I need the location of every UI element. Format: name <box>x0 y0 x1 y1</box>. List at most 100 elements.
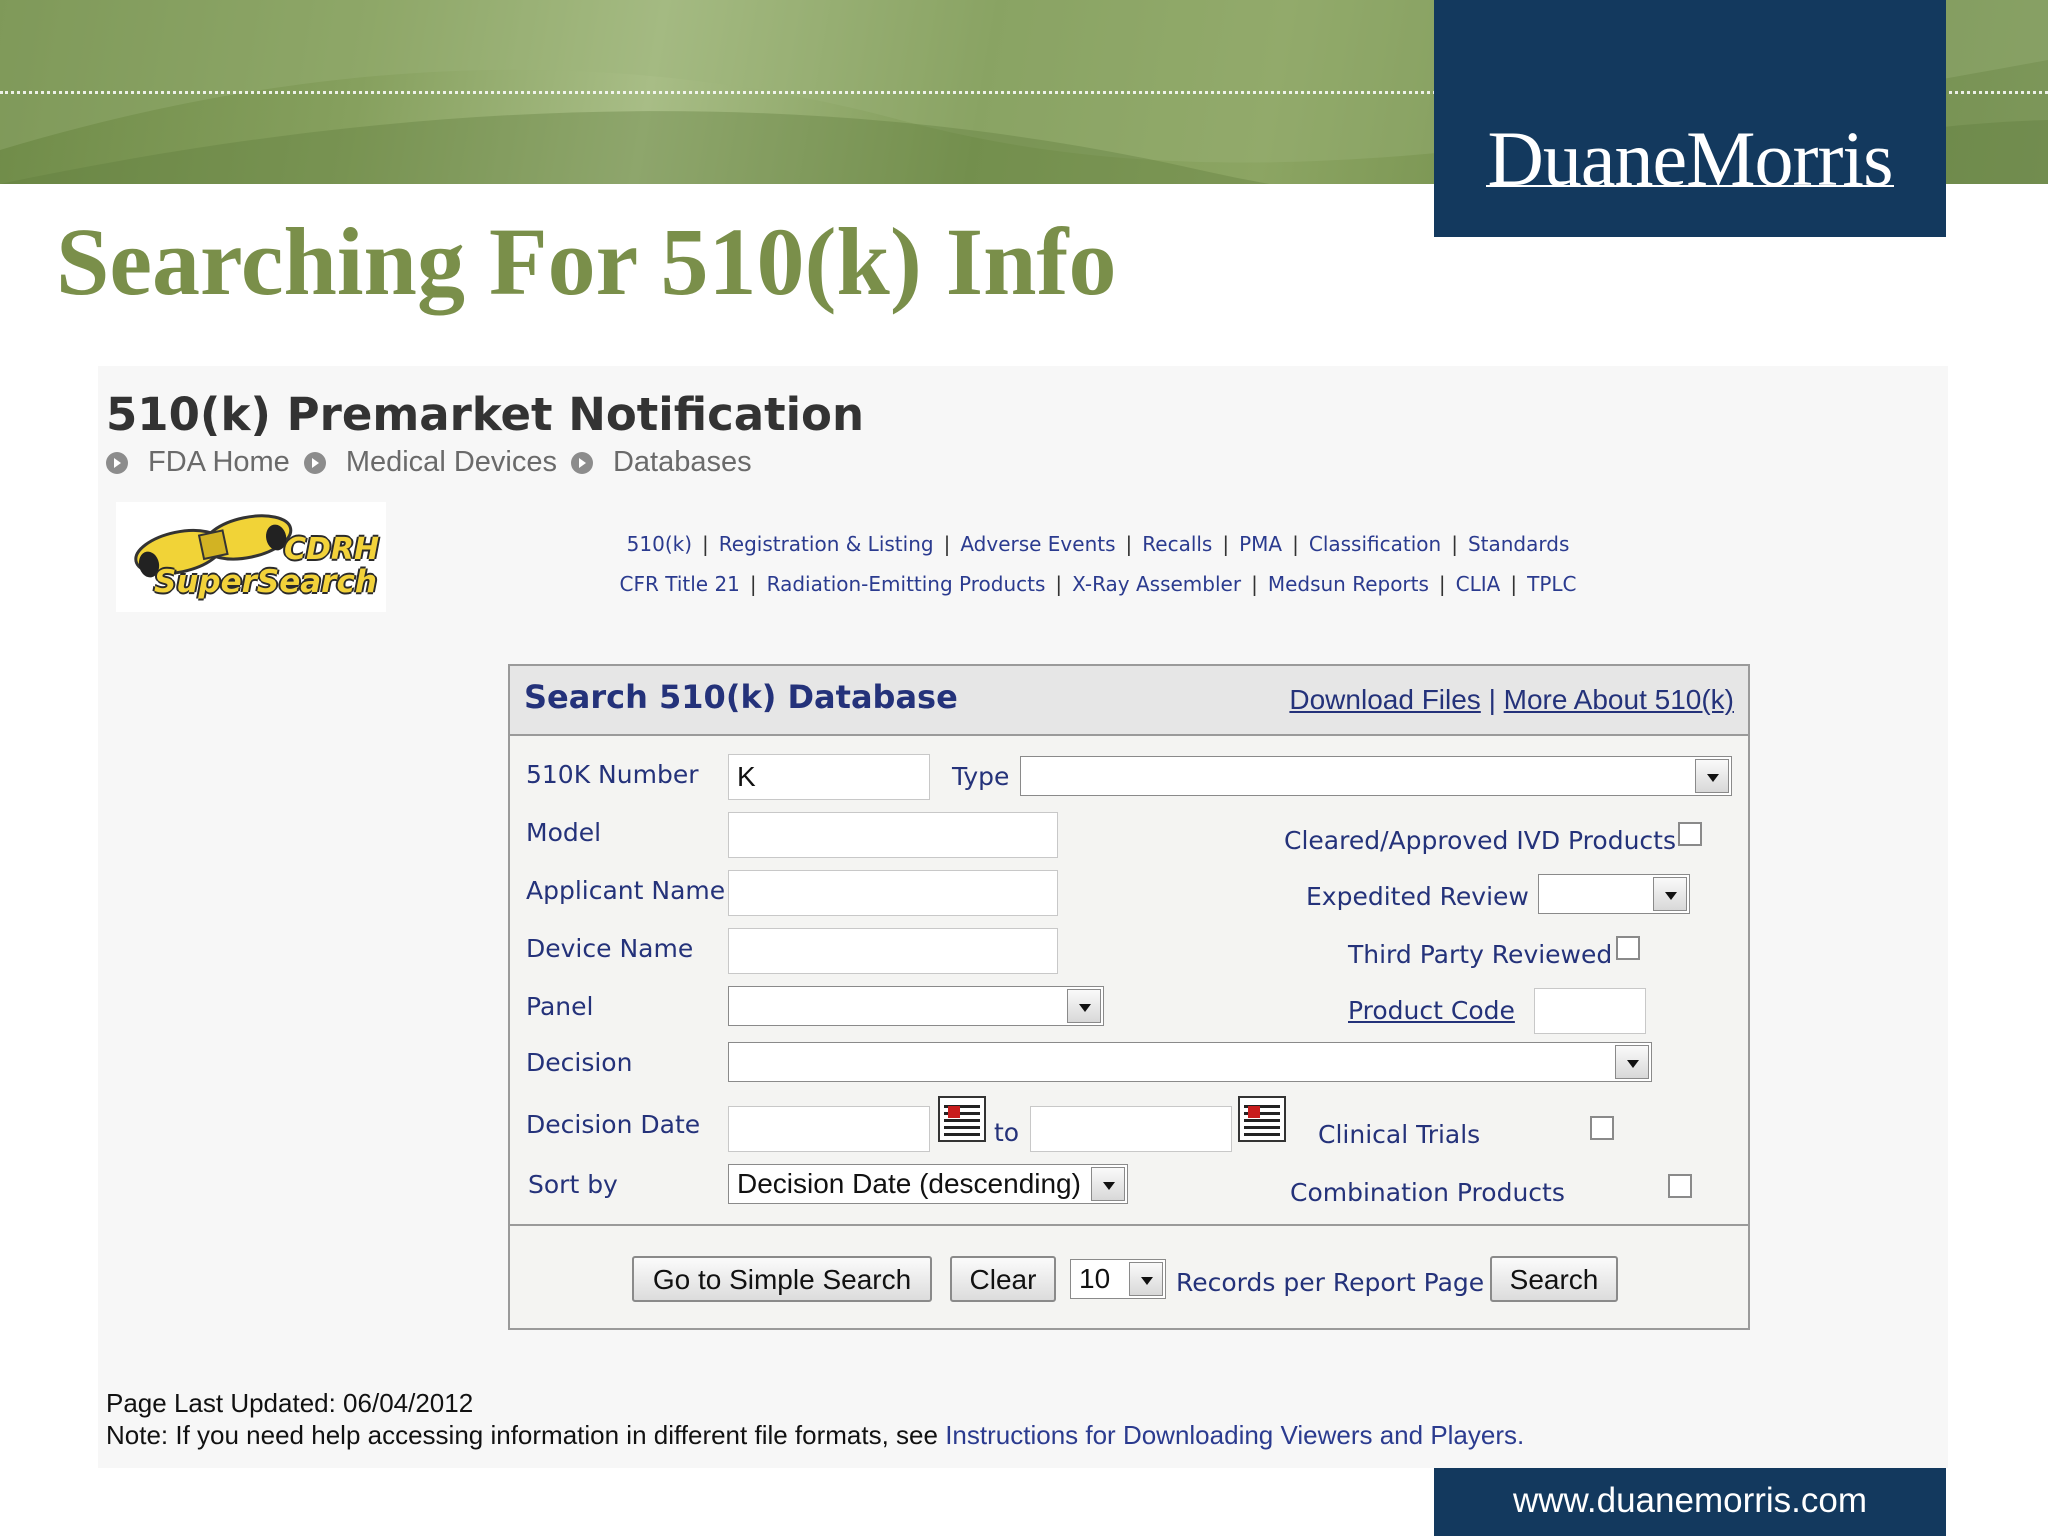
nav-separator: | <box>1251 572 1258 596</box>
third-party-label: Third Party Reviewed <box>1348 940 1613 969</box>
k-number-label: 510K Number <box>526 760 699 789</box>
model-label: Model <box>526 818 602 847</box>
third-party-checkbox[interactable] <box>1616 936 1640 960</box>
to-label: to <box>994 1118 1020 1147</box>
panel-links: Download Files | More About 510(k) <box>1289 684 1734 716</box>
search-panel-header: Search 510(k) Database Download Files | … <box>510 666 1748 736</box>
breadcrumb-item-medical-devices[interactable]: Medical Devices <box>303 446 557 479</box>
nav-link-classification[interactable]: Classification <box>1309 532 1441 556</box>
nav-link-standards[interactable]: Standards <box>1468 532 1569 556</box>
nav-link-510k[interactable]: 510(k) <box>627 532 692 556</box>
product-code-link[interactable]: Product Code <box>1348 996 1515 1025</box>
expedited-select[interactable] <box>1538 874 1690 914</box>
nav-separator: | <box>1510 572 1518 596</box>
nav-separator: | <box>1292 532 1299 556</box>
records-value: 10 <box>1079 1263 1111 1294</box>
records-label: Records per Report Page <box>1176 1268 1485 1297</box>
nav-separator: | <box>1222 532 1230 556</box>
calendar-icon[interactable] <box>938 1096 986 1142</box>
k-number-input[interactable]: K <box>728 754 930 800</box>
link-separator: | <box>1488 684 1496 715</box>
cdrh-supersearch-logo: CDRH SuperSearch <box>116 502 386 612</box>
sort-by-value: Decision Date (descending) <box>737 1168 1081 1199</box>
device-label: Device Name <box>526 934 694 963</box>
panel-label: Panel <box>526 992 594 1021</box>
chevron-down-icon <box>1695 759 1729 793</box>
logo-text-supersearch: SuperSearch <box>154 564 377 600</box>
simple-search-button[interactable]: Go to Simple Search <box>632 1256 932 1302</box>
decision-label: Decision <box>526 1048 633 1077</box>
chevron-down-icon <box>1653 877 1687 911</box>
calendar-icon[interactable] <box>1238 1096 1286 1142</box>
clear-button[interactable]: Clear <box>950 1256 1056 1302</box>
more-about-link[interactable]: More About 510(k) <box>1504 684 1734 715</box>
chevron-down-icon <box>1091 1167 1125 1201</box>
expedited-label: Expedited Review <box>1306 882 1529 911</box>
chevron-down-icon <box>1067 989 1101 1023</box>
breadcrumb-item-fda-home[interactable]: FDA Home <box>106 446 290 479</box>
page-title: 510(k) Premarket Notification <box>106 388 865 441</box>
nav-link-xray[interactable]: X-Ray Assembler <box>1072 572 1241 596</box>
search-panel-title: Search 510(k) Database <box>524 678 958 716</box>
page-note: Note: If you need help accessing informa… <box>106 1420 1524 1451</box>
fda-screenshot: 510(k) Premarket Notification FDA Home M… <box>98 366 1948 1468</box>
combination-label: Combination Products <box>1290 1178 1565 1207</box>
clinical-trials-checkbox[interactable] <box>1590 1116 1614 1140</box>
topnav-row-1: 510(k) | Registration & Listing | Adverse Ev… <box>498 532 1698 556</box>
records-select[interactable]: 10 <box>1070 1259 1166 1299</box>
chevron-down-icon <box>1615 1045 1649 1079</box>
nav-link-recalls[interactable]: Recalls <box>1142 532 1212 556</box>
breadcrumb: FDA Home Medical Devices Databases <box>106 446 766 479</box>
nav-separator: | <box>702 532 709 556</box>
nav-link-cfr[interactable]: CFR Title 21 <box>620 572 740 596</box>
date-to-input[interactable] <box>1030 1106 1232 1152</box>
nav-separator: | <box>1055 572 1063 596</box>
search-button[interactable]: Search <box>1490 1256 1618 1302</box>
bullet-arrow-icon <box>106 451 128 474</box>
nav-link-adverse-events[interactable]: Adverse Events <box>960 532 1115 556</box>
device-input[interactable] <box>728 928 1058 974</box>
date-from-input[interactable] <box>728 1106 930 1152</box>
sort-by-label: Sort by <box>528 1170 618 1199</box>
nav-link-medsun[interactable]: Medsun Reports <box>1268 572 1429 596</box>
brand-logo: DuaneMorris <box>1434 0 1946 237</box>
bullet-arrow-icon <box>570 451 593 474</box>
type-select[interactable] <box>1020 756 1732 796</box>
panel-select[interactable] <box>728 986 1104 1026</box>
nav-separator: | <box>1438 572 1446 596</box>
search-panel: Search 510(k) Database Download Files | … <box>508 664 1750 1330</box>
ivd-checkbox[interactable] <box>1678 822 1702 846</box>
product-code-input[interactable] <box>1534 988 1646 1034</box>
chevron-down-icon <box>1129 1262 1163 1296</box>
nav-separator: | <box>943 532 951 556</box>
download-files-link[interactable]: Download Files <box>1289 684 1480 715</box>
decision-select[interactable] <box>728 1042 1652 1082</box>
sort-by-select[interactable]: Decision Date (descending) <box>728 1164 1128 1204</box>
nav-separator: | <box>1451 532 1458 556</box>
slide-title: Searching For 510(k) Info <box>56 208 1117 315</box>
applicant-input[interactable] <box>728 870 1058 916</box>
breadcrumb-label: Databases <box>612 446 752 478</box>
logo-text-cdrh: CDRH <box>284 532 380 567</box>
nav-link-radiation[interactable]: Radiation-Emitting Products <box>767 572 1046 596</box>
breadcrumb-label: Medical Devices <box>345 446 557 478</box>
nav-link-pma[interactable]: PMA <box>1239 532 1282 556</box>
nav-link-tplc[interactable]: TPLC <box>1527 572 1576 596</box>
nav-link-registration[interactable]: Registration & Listing <box>719 532 934 556</box>
type-label: Type <box>952 762 1010 791</box>
brand-name: DuaneMorris <box>1487 115 1894 202</box>
model-input[interactable] <box>728 812 1058 858</box>
clinical-trials-label: Clinical Trials <box>1318 1120 1481 1149</box>
decision-date-label: Decision Date <box>526 1110 701 1139</box>
footer-bar: www.duanemorris.com <box>1434 1468 1946 1536</box>
combination-checkbox[interactable] <box>1668 1174 1692 1198</box>
ivd-label: Cleared/Approved IVD Products <box>1284 826 1676 855</box>
nav-separator: | <box>749 572 757 596</box>
applicant-label: Applicant Name <box>526 876 726 905</box>
page-last-updated: Page Last Updated: 06/04/2012 <box>106 1388 474 1418</box>
breadcrumb-label: FDA Home <box>148 446 290 478</box>
breadcrumb-item-databases[interactable]: Databases <box>570 446 752 479</box>
nav-separator: | <box>1125 532 1133 556</box>
nav-link-clia[interactable]: CLIA <box>1456 572 1501 596</box>
instructions-link[interactable]: Instructions for Downloading Viewers and… <box>945 1420 1524 1450</box>
